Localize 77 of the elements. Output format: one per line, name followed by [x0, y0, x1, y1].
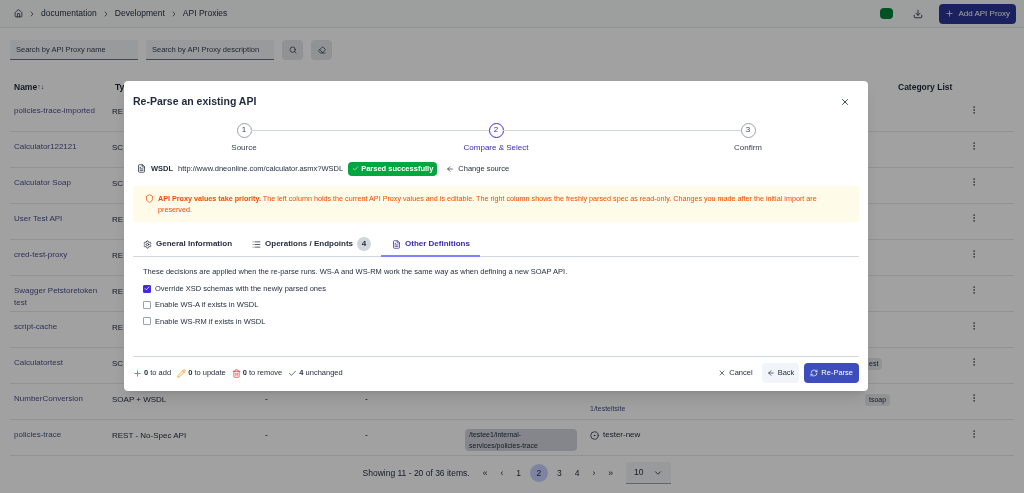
refresh-icon	[810, 369, 819, 377]
checkbox[interactable]	[143, 300, 151, 309]
page-button[interactable]: 4	[574, 466, 580, 480]
chevron-icon	[28, 9, 36, 18]
dialog-tab[interactable]: Operations / Endpoints 4	[242, 233, 382, 257]
table-cell: -	[365, 430, 368, 440]
proxy-name-link[interactable]: cred-test-proxy	[14, 249, 111, 261]
type-text: RE	[112, 107, 124, 116]
dialog-title: Re-Parse an existing API	[133, 94, 257, 109]
type-text: SOAP + WSDL	[112, 395, 167, 404]
proxy-name-link[interactable]: policies-trace	[14, 429, 111, 441]
proxy-name-link[interactable]: Calculatortest	[14, 357, 111, 369]
breadcrumb-link[interactable]: Development	[114, 7, 165, 20]
proxy-name-link[interactable]: User Test API	[14, 213, 111, 225]
clear-button[interactable]	[311, 40, 332, 60]
table-cell: -	[265, 394, 268, 404]
breadcrumb-link[interactable]: API Proxies	[182, 7, 228, 20]
type-text: SC	[112, 143, 124, 152]
type-text: RE	[112, 215, 124, 224]
pagination-summary: Showing 11 - 20 of 36 items.	[362, 466, 470, 480]
proxy-name-link[interactable]: Calculator Soap	[14, 177, 111, 189]
list-icon	[252, 239, 261, 249]
step-label: Compare & Select	[463, 141, 529, 154]
document-icon	[392, 239, 402, 249]
table-cell: -	[265, 430, 268, 440]
type-text: RE	[112, 251, 124, 260]
add-api-proxy-button[interactable]: Add API Proxy	[939, 3, 1016, 24]
proxy-name-link[interactable]: script-cache	[14, 321, 111, 333]
type-text: REST - No-Spec API	[112, 431, 187, 440]
page-button[interactable]: 3	[556, 466, 562, 480]
proxy-name-link[interactable]: Calculator122121	[14, 141, 111, 153]
proxy-name-link[interactable]: NumberConversion	[14, 393, 111, 405]
document-icon	[137, 164, 146, 174]
step-label: Source	[231, 141, 257, 154]
column-header: Category List	[898, 81, 953, 94]
dialog-tab[interactable]: General Information	[133, 233, 242, 257]
search-button[interactable]	[282, 40, 303, 60]
column-header: Name	[14, 81, 38, 94]
checkbox[interactable]	[143, 317, 151, 326]
step-label: Confirm	[734, 141, 762, 154]
plus-icon	[133, 368, 142, 378]
shield-icon	[145, 193, 154, 203]
previous-page-button[interactable]: ‹	[500, 466, 504, 480]
pencil-icon	[177, 368, 187, 378]
search-icon	[288, 46, 297, 54]
last-page-button[interactable]: »	[608, 466, 613, 480]
proxy-name-link[interactable]: Swagger Petstoretoken test	[14, 285, 111, 309]
proxy-name-link[interactable]: policies-trace-imported	[14, 105, 111, 117]
home-icon[interactable]	[14, 9, 23, 18]
check-icon	[352, 165, 360, 173]
first-page-button[interactable]: «	[482, 466, 488, 480]
type-text: SC	[112, 179, 124, 188]
dialog-tab[interactable]: Other Definitions	[381, 233, 480, 257]
check-icon	[288, 368, 298, 378]
page-button[interactable]: 2	[529, 464, 548, 482]
eraser-icon	[317, 46, 326, 54]
download-icon[interactable]	[913, 8, 924, 19]
checkbox[interactable]	[143, 284, 151, 293]
page-size-select[interactable]: 10	[626, 462, 672, 484]
arrow-left-icon	[766, 369, 775, 377]
close-icon[interactable]	[840, 96, 850, 107]
radio-icon	[590, 430, 599, 440]
type-text: SC	[112, 359, 124, 368]
type-text: RE	[112, 323, 124, 332]
arrow-left-icon	[446, 164, 455, 173]
trash-icon	[231, 368, 241, 378]
next-page-button[interactable]: ›	[592, 466, 596, 480]
plus-icon	[945, 9, 955, 18]
count-badge: 4	[357, 237, 372, 252]
table-cell: -	[365, 394, 368, 404]
gear-icon	[143, 239, 152, 249]
column-header: Ty	[115, 81, 126, 94]
breadcrumb-link[interactable]: documentation	[41, 7, 97, 20]
type-text: RE	[112, 287, 124, 296]
close-icon	[718, 369, 727, 377]
environment-text: tester-new	[603, 429, 641, 441]
page-button[interactable]: 1	[516, 466, 521, 480]
